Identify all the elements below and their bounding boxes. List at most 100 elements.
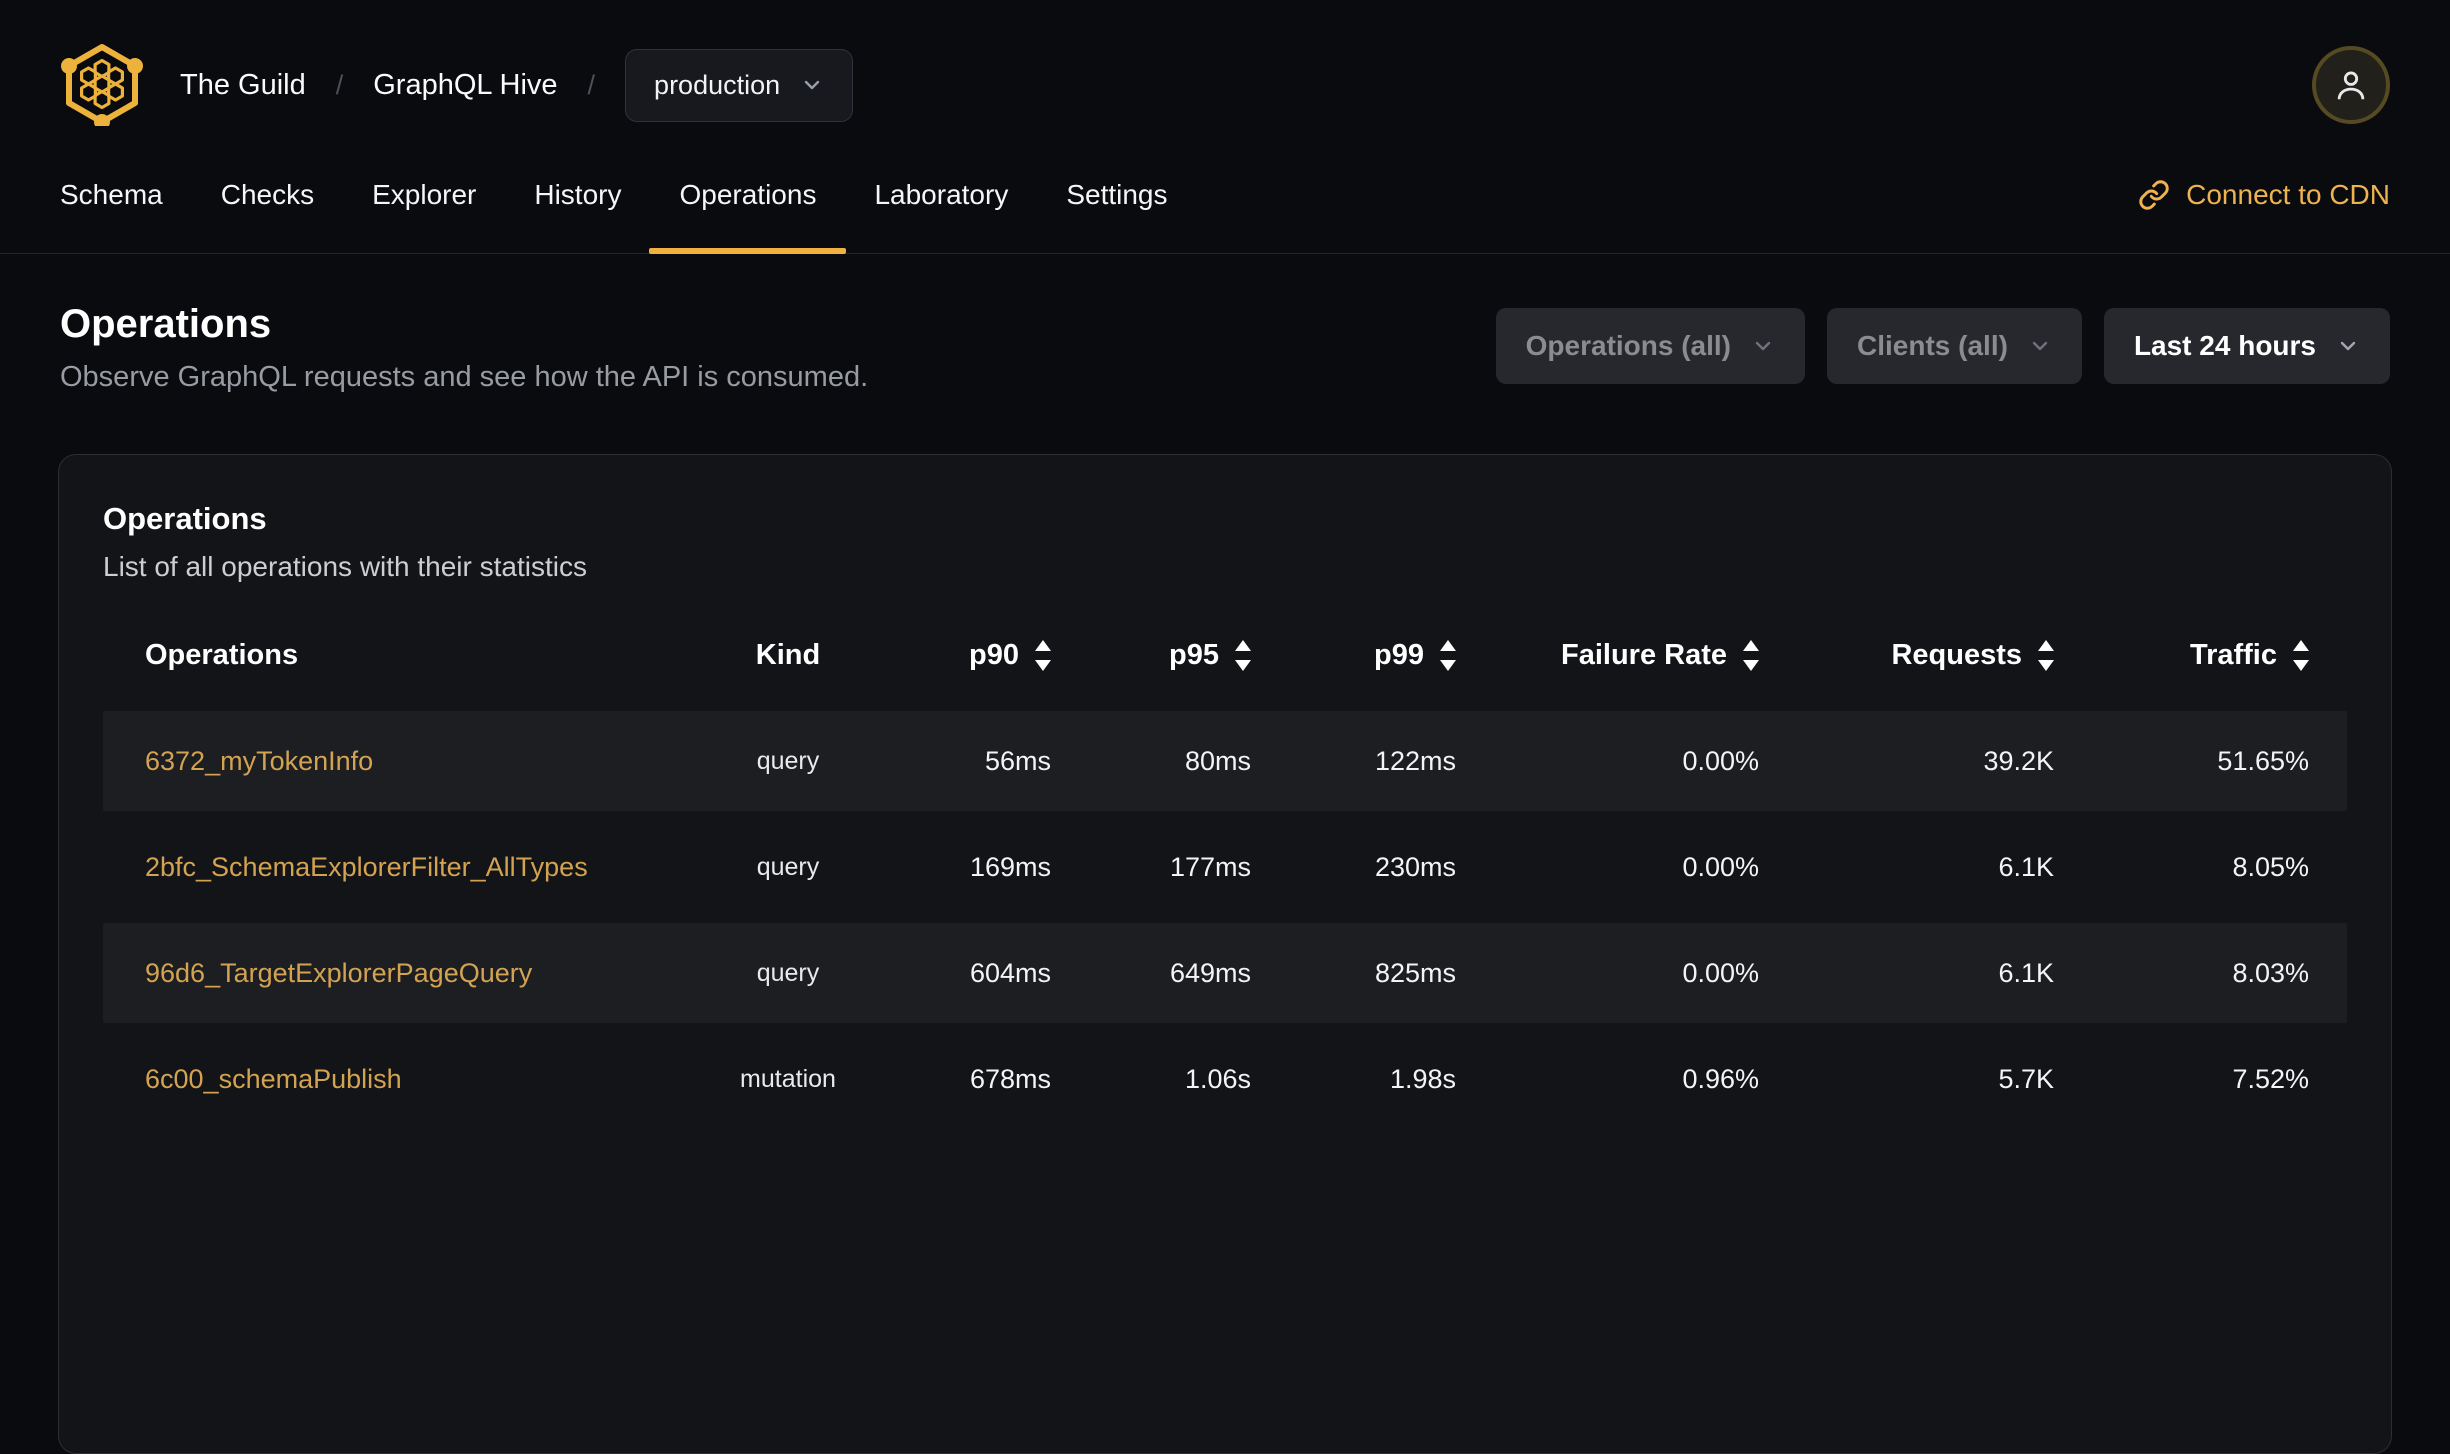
breadcrumb-separator: / [587,69,596,100]
card-subtitle: List of all operations with their statis… [103,551,587,582]
chevron-down-icon [804,80,820,90]
operation-link[interactable]: 96d6_TargetExplorerPageQuery [145,958,532,988]
operation-requests: 6.1K [1998,851,2054,882]
chevron-down-icon [2032,341,2048,351]
sort-asc-icon [2293,639,2309,651]
sort-control [2038,639,2054,671]
page-header: Operations Observe GraphQL requests and … [0,254,2450,394]
table-header-row: Operations Kind p90 p95 p99 Failure Rate… [103,599,2347,711]
card-title: Operations [103,501,267,536]
user-icon [2337,71,2365,100]
operation-p99: 825ms [1374,957,1456,988]
target-selector[interactable]: production [625,48,854,122]
operations-filter-label: Operations (all) [1525,330,1732,361]
user-menu-button[interactable] [2312,46,2390,124]
breadcrumb-separator: / [335,69,344,100]
column-header-traffic-label: Traffic [2189,638,2277,671]
table-row: 96d6_TargetExplorerPageQuery query 604ms… [103,923,2347,1023]
operation-kind: query [756,746,820,775]
hive-logo-icon [61,44,143,130]
operation-requests: 39.2K [1983,745,2054,776]
sort-desc-icon [1440,659,1456,671]
sort-asc-icon [1035,639,1051,651]
operation-p95: 177ms [1169,851,1251,882]
operation-requests: 6.1K [1998,957,2054,988]
column-header-p95-label: p95 [1169,638,1219,671]
operations-card: Operations List of all operations with t… [58,454,2392,1454]
operation-p95: 80ms [1184,745,1251,776]
operations-filter-button[interactable]: Operations (all) [1495,308,1806,384]
operation-kind: query [756,852,820,881]
breadcrumb-org[interactable]: The Guild [180,69,306,102]
operation-link[interactable]: 6c00_schemaPublish [145,1064,402,1094]
operation-traffic: 51.65% [2217,745,2309,776]
operation-failure-rate: 0.96% [1682,1063,1759,1094]
sort-control [1035,639,1051,671]
table-row: 6372_myTokenInfo query 56ms 80ms 122ms 0… [103,711,2347,811]
period-filter-button[interactable]: Last 24 hours [2103,308,2390,384]
column-header-operations: Operations [145,638,299,671]
table-row: 6c00_schemaPublish mutation 678ms 1.06s … [103,1029,2347,1129]
connect-to-cdn-link[interactable]: Connect to CDN [2138,179,2390,211]
operation-traffic: 8.05% [2232,851,2309,882]
sort-control [2293,639,2309,671]
operation-failure-rate: 0.00% [1682,957,1759,988]
operation-p99: 122ms [1374,745,1456,776]
column-header-traffic[interactable]: Traffic [2054,639,2349,672]
column-header-p95[interactable]: p95 [1051,639,1251,672]
sort-asc-icon [1235,639,1251,651]
sort-desc-icon [1743,659,1759,671]
operation-kind: query [756,958,820,987]
hive-logo[interactable] [60,42,144,130]
connect-to-cdn-label: Connect to CDN [2186,178,2390,210]
chevron-down-icon [2340,341,2356,351]
tab-laboratory[interactable]: Laboratory [874,136,1008,253]
operation-failure-rate: 0.00% [1682,851,1759,882]
operation-failure-rate: 0.00% [1682,745,1759,776]
operation-link[interactable]: 2bfc_SchemaExplorerFilter_AllTypes [145,852,588,882]
sort-asc-icon [1743,639,1759,651]
top-bar: The Guild / GraphQL Hive / production [0,0,2450,130]
clients-filter-label: Clients (all) [1857,330,2008,361]
operation-p99: 1.98s [1389,1063,1456,1094]
tab-checks[interactable]: Checks [221,136,314,253]
tab-settings[interactable]: Settings [1066,136,1167,253]
operations-table: Operations Kind p90 p95 p99 Failure Rate… [103,599,2347,1129]
operation-p90: 169ms [969,851,1051,882]
column-header-requests[interactable]: Requests [1759,639,2054,672]
chevron-down-icon [1755,341,1771,351]
tab-explorer[interactable]: Explorer [372,136,476,253]
operation-traffic: 8.03% [2232,957,2309,988]
sort-control [1743,639,1759,671]
sort-desc-icon [1035,659,1051,671]
column-header-p90-label: p90 [969,638,1019,671]
tab-history[interactable]: History [534,136,621,253]
period-filter-label: Last 24 hours [2133,330,2316,361]
breadcrumb-project[interactable]: GraphQL Hive [373,69,557,102]
page-subtitle: Observe GraphQL requests and see how the… [60,361,869,393]
column-header-p90[interactable]: p90 [873,639,1051,672]
operation-p99: 230ms [1374,851,1456,882]
column-header-p99-label: p99 [1374,638,1424,671]
target-selector-value: production [654,69,781,100]
filters: Operations (all) Clients (all) Last 24 h… [1495,308,2390,384]
sort-asc-icon [1440,639,1456,651]
operation-link[interactable]: 6372_myTokenInfo [145,746,373,776]
tab-schema[interactable]: Schema [60,136,163,253]
page-title: Operations [60,302,272,346]
clients-filter-button[interactable]: Clients (all) [1827,308,2082,384]
link-icon [2139,179,2169,210]
breadcrumb: The Guild / GraphQL Hive / production [180,48,854,122]
column-header-p99[interactable]: p99 [1251,639,1456,672]
operation-kind: mutation [740,1064,836,1093]
sort-desc-icon [2293,659,2309,671]
operation-p95: 1.06s [1184,1063,1251,1094]
column-header-failure-rate[interactable]: Failure Rate [1456,639,1759,672]
column-header-failure-rate-label: Failure Rate [1561,638,1727,671]
sort-control [1235,639,1251,671]
tab-operations[interactable]: Operations [649,136,847,254]
operation-traffic: 7.52% [2232,1063,2309,1094]
sort-desc-icon [2038,659,2054,671]
operation-p90: 678ms [969,1063,1051,1094]
operation-p90: 604ms [969,957,1051,988]
